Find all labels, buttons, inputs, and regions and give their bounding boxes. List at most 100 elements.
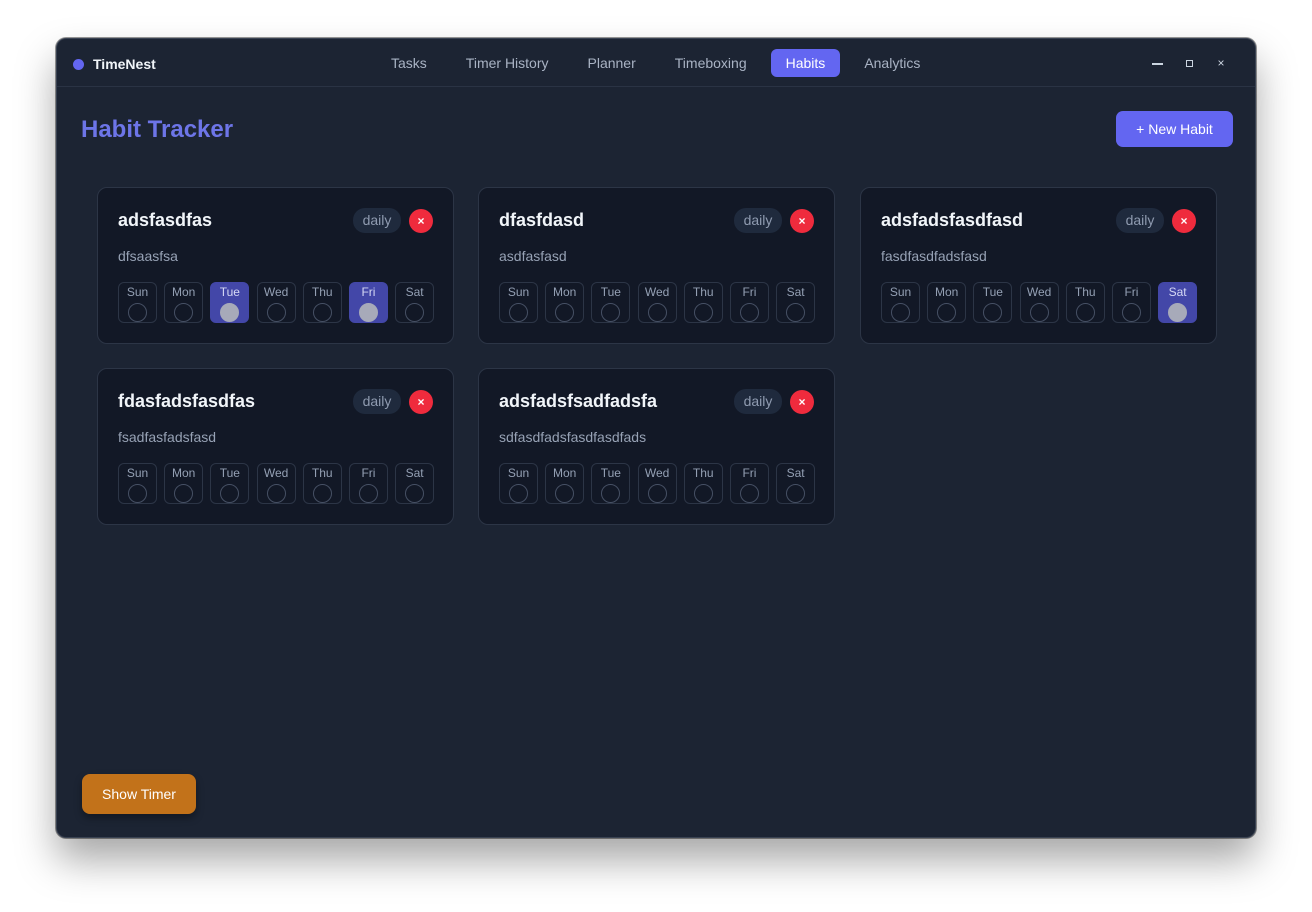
brand: TimeNest <box>73 56 156 72</box>
habit-name: dfasfdasd <box>499 210 585 230</box>
maximize-button[interactable] <box>1173 53 1205 73</box>
day-toggle-mon[interactable]: Mon <box>927 282 967 323</box>
day-toggle-tue[interactable]: Tue <box>591 463 631 504</box>
check-circle-icon <box>220 303 240 322</box>
delete-habit-button[interactable]: × <box>790 390 814 414</box>
day-toggle-tue[interactable]: Tue <box>973 282 1013 323</box>
window-controls: × <box>1141 53 1237 73</box>
habit-card: fdasfadsfasdfas daily × fsadfasfadsfasd Sun… <box>97 368 454 525</box>
day-toggle-sun[interactable]: Sun <box>499 282 538 323</box>
day-label: Sun <box>126 466 149 480</box>
day-toggle-wed[interactable]: Wed <box>256 463 296 504</box>
day-toggles: Sun Mon Tue Wed Thu Fri Sat <box>881 282 1204 323</box>
day-label: Wed <box>263 285 289 299</box>
title-bar: TimeNest Tasks Timer History Planner Tim… <box>57 39 1255 87</box>
day-toggle-thu[interactable]: Thu <box>302 282 342 323</box>
check-circle-icon <box>1029 303 1049 322</box>
day-toggle-wed[interactable]: Wed <box>1019 282 1059 323</box>
maximize-icon <box>1185 60 1193 68</box>
day-toggle-fri[interactable]: Fri <box>348 282 388 323</box>
check-circle-icon <box>601 303 621 322</box>
day-toggle-sun[interactable]: Sun <box>118 463 157 504</box>
day-label: Tue <box>219 466 240 480</box>
check-circle-icon <box>174 484 194 503</box>
check-circle-icon <box>891 303 910 322</box>
minimize-icon <box>1151 63 1163 65</box>
day-toggle-thu[interactable]: Thu <box>683 463 723 504</box>
frequency-badge: daily <box>353 208 401 233</box>
day-label: Fri <box>1124 285 1139 299</box>
day-toggle-fri[interactable]: Fri <box>729 282 769 323</box>
check-circle-icon <box>405 484 425 503</box>
check-circle-icon <box>1121 303 1141 322</box>
day-toggle-sun[interactable]: Sun <box>118 282 157 323</box>
day-label: Tue <box>600 466 621 480</box>
day-toggle-mon[interactable]: Mon <box>545 463 585 504</box>
day-label: Thu <box>311 466 333 480</box>
day-toggle-mon[interactable]: Mon <box>164 282 204 323</box>
check-circle-icon <box>312 484 332 503</box>
day-label: Tue <box>600 285 621 299</box>
day-label: Sat <box>1168 285 1187 299</box>
day-label: Wed <box>1026 285 1052 299</box>
day-label: Fri <box>742 285 757 299</box>
day-toggle-mon[interactable]: Mon <box>545 282 585 323</box>
check-circle-icon <box>937 303 957 322</box>
tab-analytics[interactable]: Analytics <box>849 49 935 77</box>
check-circle-icon <box>174 303 194 322</box>
delete-habit-button[interactable]: × <box>790 209 814 233</box>
day-toggle-fri[interactable]: Fri <box>348 463 388 504</box>
new-habit-button[interactable]: + New Habit <box>1116 111 1233 147</box>
tab-tasks[interactable]: Tasks <box>376 49 442 77</box>
day-toggle-sat[interactable]: Sat <box>1158 282 1198 323</box>
tab-habits[interactable]: Habits <box>770 49 841 77</box>
habit-description: sdfasdfadsfasdfasdfads <box>499 429 647 445</box>
day-label: Sat <box>786 466 805 480</box>
tab-timeboxing[interactable]: Timeboxing <box>660 49 762 77</box>
page-title: Habit Tracker <box>81 116 234 143</box>
day-toggle-wed[interactable]: Wed <box>637 463 677 504</box>
check-circle-icon <box>693 484 713 503</box>
check-circle-icon <box>266 484 286 503</box>
habit-description: dfsaasfsa <box>118 248 178 264</box>
tab-planner[interactable]: Planner <box>573 49 651 77</box>
day-toggle-mon[interactable]: Mon <box>164 463 204 504</box>
frequency-badge: daily <box>353 389 401 414</box>
check-circle-icon <box>786 303 806 322</box>
show-timer-button[interactable]: Show Timer <box>82 774 196 814</box>
day-toggle-thu[interactable]: Thu <box>683 282 723 323</box>
day-toggle-sat[interactable]: Sat <box>395 463 435 504</box>
day-toggle-sun[interactable]: Sun <box>881 282 920 323</box>
day-toggle-tue[interactable]: Tue <box>591 282 631 323</box>
day-toggle-tue[interactable]: Tue <box>210 463 250 504</box>
day-toggle-fri[interactable]: Fri <box>729 463 769 504</box>
delete-habit-button[interactable]: × <box>409 209 433 233</box>
day-label: Mon <box>553 466 577 480</box>
day-toggle-fri[interactable]: Fri <box>1111 282 1151 323</box>
day-toggle-sun[interactable]: Sun <box>499 463 538 504</box>
check-circle-icon <box>601 484 621 503</box>
day-toggle-sat[interactable]: Sat <box>776 463 816 504</box>
check-circle-icon <box>358 303 378 322</box>
day-toggle-wed[interactable]: Wed <box>256 282 296 323</box>
close-window-button[interactable]: × <box>1205 53 1237 73</box>
day-toggle-sat[interactable]: Sat <box>395 282 435 323</box>
check-circle-icon <box>555 303 575 322</box>
day-label: Mon <box>553 285 577 299</box>
app-name: TimeNest <box>93 56 156 72</box>
check-circle-icon <box>1075 303 1095 322</box>
delete-habit-button[interactable]: × <box>409 390 433 414</box>
close-icon: × <box>417 214 425 228</box>
day-label: Mon <box>935 285 959 299</box>
day-label: Mon <box>172 466 196 480</box>
habit-card: adsfadsfsadfadsfa daily × sdfasdfadsfasdfas… <box>478 368 835 525</box>
delete-habit-button[interactable]: × <box>1172 209 1196 233</box>
check-circle-icon <box>128 484 147 503</box>
minimize-button[interactable] <box>1141 53 1173 73</box>
tab-timer-history[interactable]: Timer History <box>451 49 564 77</box>
day-toggle-sat[interactable]: Sat <box>776 282 816 323</box>
day-toggle-tue[interactable]: Tue <box>210 282 250 323</box>
day-toggle-thu[interactable]: Thu <box>302 463 342 504</box>
day-toggle-thu[interactable]: Thu <box>1065 282 1105 323</box>
day-toggle-wed[interactable]: Wed <box>637 282 677 323</box>
